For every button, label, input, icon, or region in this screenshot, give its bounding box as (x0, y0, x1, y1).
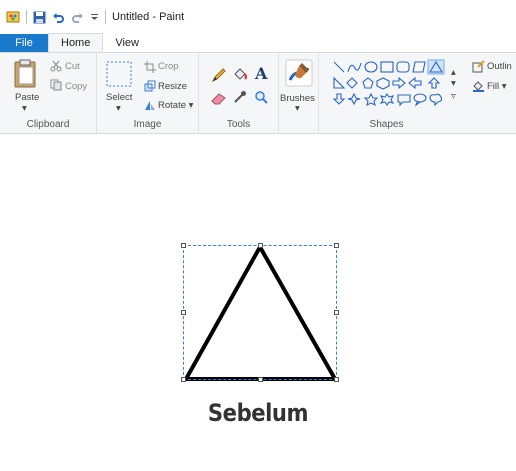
outline-button[interactable]: Outlin (487, 61, 512, 72)
crop-icon (144, 61, 156, 76)
resize-handle-bottom[interactable] (258, 377, 263, 382)
chevron-down-icon[interactable]: ▾ (22, 103, 27, 114)
image-group: Select ▾ Crop Resize Rotate ▾ Image (97, 53, 199, 133)
color-picker-icon[interactable] (233, 90, 247, 107)
shapes-expand-icon[interactable]: ▿ (451, 91, 456, 102)
tab-file[interactable]: File (0, 34, 48, 52)
fill-bucket-icon[interactable] (232, 67, 248, 86)
redo-icon[interactable] (71, 11, 84, 24)
resize-handle-right[interactable] (334, 310, 339, 315)
divider (105, 10, 106, 24)
outline-icon (472, 60, 485, 76)
scissors-icon (50, 60, 62, 75)
eraser-icon[interactable] (211, 91, 227, 108)
shapes-group-label: Shapes (369, 119, 404, 130)
brush-icon[interactable] (285, 59, 313, 90)
tools-group: A Tools (199, 53, 279, 133)
shapes-scroll-down-icon[interactable]: ▾ (451, 78, 456, 89)
text-tool-icon[interactable]: A (255, 64, 267, 83)
crop-button[interactable]: Crop (158, 61, 179, 72)
resize-handle-bottom-left[interactable] (181, 377, 186, 382)
shapes-scroll-up-icon[interactable]: ▴ (451, 67, 456, 78)
fill-icon (472, 79, 485, 95)
paint-app-icon[interactable] (6, 10, 20, 24)
pencil-icon[interactable] (211, 67, 227, 86)
select-icon[interactable] (106, 61, 132, 90)
title-bar: Untitled - Paint (0, 0, 516, 34)
resize-button[interactable]: Resize (158, 81, 187, 92)
copy-icon (50, 79, 62, 94)
copy-button[interactable]: Copy (65, 81, 87, 92)
quick-access-toolbar (0, 10, 106, 24)
caption-text: Sebelum (207, 399, 309, 427)
window-title: Untitled - Paint (112, 11, 185, 23)
rotate-label: Rotate (158, 100, 186, 111)
tab-home[interactable]: Home (48, 33, 104, 52)
fill-label: Fill (487, 81, 500, 92)
clipboard-group-label: Clipboard (26, 119, 70, 130)
ribbon: Paste ▾ Cut Copy Clipboard Select ▾ Crop… (0, 52, 516, 134)
clipboard-group: Paste ▾ Cut Copy Clipboard (0, 53, 97, 133)
divider (26, 10, 27, 24)
chevron-down-icon[interactable]: ▾ (116, 103, 121, 114)
chevron-down-icon[interactable]: ▾ (295, 103, 300, 114)
canvas-area[interactable]: Sebelum (0, 135, 516, 471)
shapes-gallery[interactable] (331, 59, 467, 109)
rotate-icon (144, 99, 156, 114)
magnifier-icon[interactable] (254, 90, 268, 107)
cut-button[interactable]: Cut (65, 61, 80, 72)
save-icon[interactable] (33, 11, 46, 24)
image-group-label: Image (133, 119, 162, 130)
customize-toolbar-icon[interactable] (90, 12, 99, 22)
resize-handle-bottom-right[interactable] (334, 377, 339, 382)
resize-handle-left[interactable] (181, 310, 186, 315)
tab-view[interactable]: View (103, 34, 151, 52)
rotate-button[interactable]: Rotate ▾ (158, 100, 193, 111)
brushes-group: Brushes ▾ (279, 53, 319, 133)
ribbon-tabs: File Home View (0, 33, 516, 52)
paste-icon[interactable] (13, 59, 39, 92)
paste-label[interactable]: Paste (15, 92, 39, 103)
resize-handle-top-left[interactable] (181, 243, 186, 248)
fill-button[interactable]: Fill ▾ (487, 81, 507, 92)
select-label[interactable]: Select (106, 92, 132, 103)
resize-handle-top-right[interactable] (334, 243, 339, 248)
resize-handle-top[interactable] (258, 243, 263, 248)
shapes-group: ▴ ▾ ▿ Outlin Fill ▾ Shapes (327, 53, 516, 133)
selection-box[interactable] (183, 245, 337, 380)
resize-icon (144, 80, 156, 95)
undo-icon[interactable] (52, 11, 65, 24)
tools-group-label: Tools (226, 119, 251, 130)
